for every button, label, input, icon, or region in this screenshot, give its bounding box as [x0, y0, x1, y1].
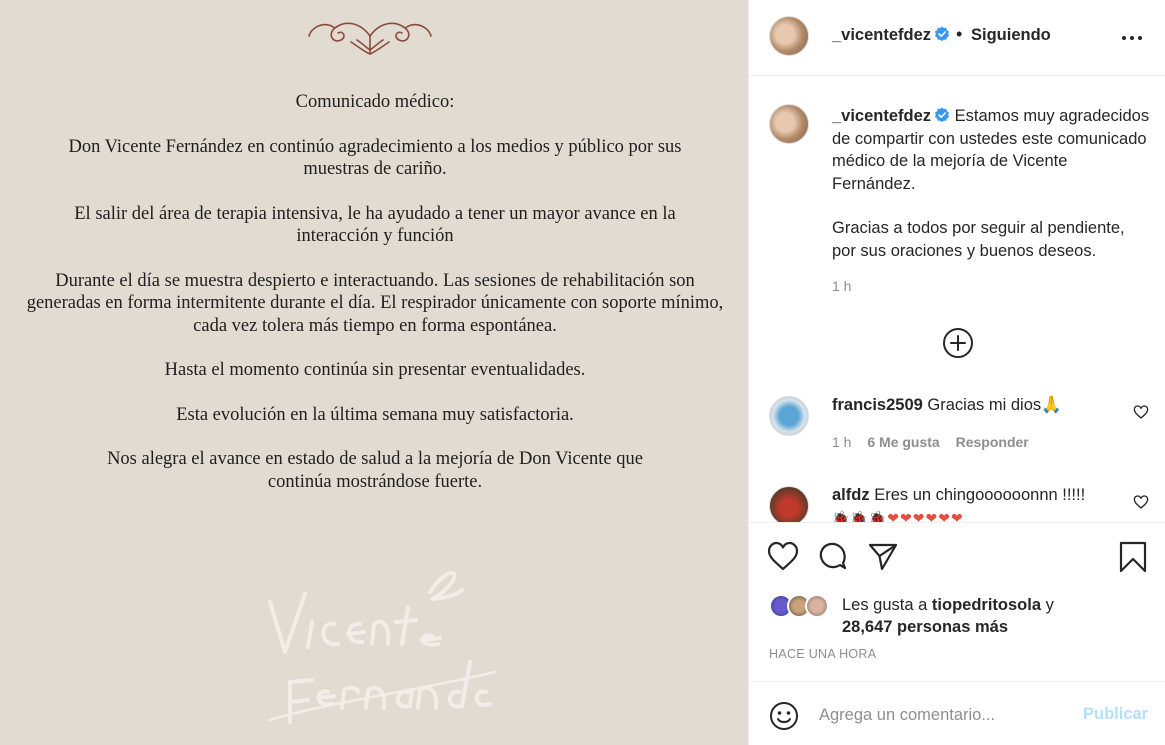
likes-prefix: Les gusta a — [842, 596, 928, 614]
more-options-icon[interactable] — [1121, 28, 1143, 48]
medical-statement: Comunicado médico: Don Vicente Fernández… — [20, 91, 730, 515]
post-panel: _vicentefdez • Siguiendo _vicentefdez Es… — [748, 0, 1165, 745]
verified-icon — [935, 26, 950, 42]
statement-paragraph: Don Vicente Fernández en continúo agrade… — [68, 136, 682, 180]
statement-paragraph: Nos alegra el avance en estado de salud … — [107, 449, 643, 492]
ornament-icon — [308, 22, 432, 55]
heart-icon[interactable] — [767, 541, 799, 571]
caption-timestamp[interactable]: 1 h — [832, 278, 851, 294]
signature-logo — [268, 570, 497, 724]
comment-body: Eres un chingoooooonnn !!!!! — [874, 486, 1086, 504]
comment-input[interactable] — [819, 702, 1059, 728]
comment-emoji-line: 🐞🐞🐞❤❤❤❤❤❤ — [832, 510, 964, 522]
comment-likes[interactable]: 6 Me gusta — [867, 434, 939, 450]
header-username[interactable]: _vicentefdez — [832, 26, 950, 45]
post-actions: Les gusta a tiopedritosola y 28,647 pers… — [749, 522, 1165, 745]
heart-icon[interactable] — [1133, 404, 1149, 420]
comment-text: francis2509 Gracias mi dios🙏 — [832, 396, 1122, 415]
comment-meta: 1 h 6 Me gusta Responder — [832, 434, 1041, 450]
caption-username[interactable]: _vicentefdez — [832, 107, 931, 125]
publish-button[interactable]: Publicar — [1083, 705, 1148, 724]
reply-button[interactable]: Responder — [956, 434, 1029, 450]
likes-summary: Les gusta a tiopedritosola y 28,647 pers… — [842, 594, 1142, 638]
following-button[interactable]: Siguiendo — [971, 26, 1051, 45]
statement-paragraph: El salir del área de terapia intensiva, … — [74, 203, 676, 247]
avatar[interactable] — [769, 16, 809, 56]
comment-item: alfdz Eres un chingoooooonnn !!!!! 🐞🐞🐞❤❤… — [769, 486, 1149, 522]
post-timestamp[interactable]: HACE UNA HORA — [769, 647, 876, 661]
heart-icon[interactable] — [1133, 494, 1149, 510]
caption-text: _vicentefdez Estamos muy agradecidos de … — [832, 105, 1152, 262]
caption-paragraph: Gracias a todos por seguir al pendiente,… — [832, 219, 1125, 260]
post-header: _vicentefdez • Siguiendo — [749, 0, 1165, 76]
comment-composer: Publicar — [749, 681, 1165, 745]
avatar[interactable] — [769, 396, 809, 436]
avatar — [805, 594, 829, 618]
likes-count[interactable]: 28,647 personas más — [842, 618, 1008, 636]
statement-paragraph: Esta evolución en la última semana muy s… — [176, 404, 574, 425]
comment-text: alfdz Eres un chingoooooonnn !!!!! — [832, 486, 1122, 505]
share-icon[interactable] — [867, 541, 899, 571]
verified-icon — [935, 107, 950, 123]
statement-title: Comunicado médico: — [295, 92, 455, 112]
username-link[interactable]: _vicentefdez — [832, 26, 931, 44]
comment-username[interactable]: francis2509 — [832, 396, 923, 414]
post-image[interactable]: Comunicado médico: Don Vicente Fernández… — [0, 0, 748, 745]
statement-paragraph: Hasta el momento continúa sin presentar … — [164, 360, 586, 380]
statement-paragraph: Durante el día se muestra despierto e in… — [26, 270, 724, 336]
comment-icon[interactable] — [817, 541, 849, 571]
liker-username[interactable]: tiopedritosola — [932, 596, 1041, 614]
avatar[interactable] — [769, 486, 809, 522]
separator-dot: • — [956, 24, 963, 44]
likes-conjunction: y — [1045, 596, 1054, 614]
bookmark-icon[interactable] — [1118, 541, 1148, 573]
avatar[interactable] — [769, 104, 809, 144]
load-more-icon[interactable] — [942, 327, 974, 359]
comment-time[interactable]: 1 h — [832, 434, 851, 450]
comment-username[interactable]: alfdz — [832, 486, 870, 504]
comment-body: Gracias mi dios🙏 — [927, 396, 1062, 414]
liker-avatars[interactable] — [769, 592, 837, 620]
emoji-icon[interactable] — [769, 701, 799, 731]
